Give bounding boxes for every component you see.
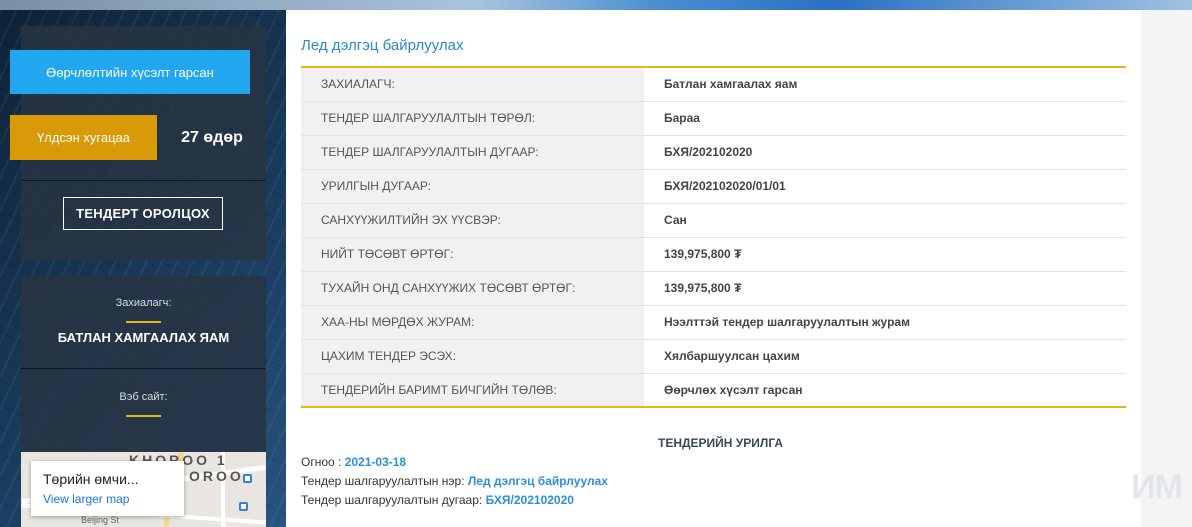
detail-value: Хялбаршуулсан цахим: [644, 338, 1126, 373]
tender-name-label: Тендер шалгаруулалтын нэр:: [301, 474, 468, 488]
detail-value: 139,975,800 ₮: [644, 236, 1126, 271]
map-place-title: Төрийн өмчи...: [43, 471, 139, 487]
detail-label: ТЕНДЕРИЙН БАРИМТ БИЧГИЙН ТӨЛӨВ:: [301, 372, 644, 407]
detail-label: НИЙТ ТӨСӨВТ ӨРТӨГ:: [301, 236, 644, 271]
detail-row: ТУХАЙН ОНД САНХҮҮЖИХ ТӨСӨВТ ӨРТӨГ: 139,97…: [301, 270, 1126, 305]
date-label: Огноо :: [301, 455, 345, 469]
detail-row: ЗАХИАЛАГЧ: Батлан хамгаалах яам: [301, 67, 1126, 101]
detail-label: ЦАХИМ ТЕНДЕР ЭСЭХ:: [301, 338, 644, 373]
tender-details-table: ЗАХИАЛАГЧ: Батлан хамгаалах яам ТЕНДЕР ШАЛ…: [301, 66, 1126, 408]
orderer-name: БАТЛАН ХАМГААЛАХ ЯАМ: [57, 330, 230, 345]
right-margin: [1141, 10, 1192, 527]
map-marker-icon: [243, 474, 252, 483]
divider: [21, 368, 266, 369]
detail-row: ТЕНДЕР ШАЛГАРУУЛАЛТЫН ДУГААР: БХЯ/2021020…: [301, 134, 1126, 169]
remaining-time-label: Үлдсэн хугацаа: [10, 115, 157, 160]
watermark-logo: ИМ: [1131, 468, 1183, 506]
detail-value: БХЯ/202102020/01/01: [644, 168, 1126, 203]
detail-value: Нээлттэй тендер шалгаруулалтын журам: [644, 304, 1126, 339]
detail-label: САНХҮҮЖИЛТИЙН ЭХ ҮҮСВЭР:: [301, 202, 644, 237]
map-marker-icon: [239, 502, 248, 511]
detail-row: САНХҮҮЖИЛТИЙН ЭХ ҮҮСВЭР: Сан: [301, 202, 1126, 237]
participate-tender-button[interactable]: ТЕНДЕРТ ОРОЛЦОХ: [63, 197, 223, 230]
header-banner-strip: [0, 0, 1192, 10]
orderer-underline: [126, 321, 161, 323]
website-label: Вэб сайт:: [119, 391, 168, 403]
map-street-label: Beijing St: [81, 515, 120, 525]
tender-number-line: Тендер шалгаруулалтын дугаар: БХЯ/202102…: [301, 493, 574, 507]
remaining-time-value: 27 өдөр: [181, 128, 243, 146]
map-street-label: OROO: [189, 468, 244, 484]
detail-value: Сан: [644, 202, 1126, 237]
detail-row: ХАА-НЫ МӨРДӨХ ЖУРАМ: Нээлттэй тендер шалг…: [301, 304, 1126, 339]
detail-label: ТУХАЙН ОНД САНХҮҮЖИХ ТӨСӨВТ ӨРТӨГ:: [301, 270, 644, 305]
detail-label: ХАА-НЫ МӨРДӨХ ЖУРАМ:: [301, 304, 644, 339]
detail-value: Өөрчлөх хүсэлт гарсан: [644, 372, 1126, 407]
tender-name-line: Тендер шалгаруулалтын нэр: Лед дэлгэц ба…: [301, 474, 608, 488]
date-value: 2021-03-18: [344, 455, 407, 469]
detail-row: НИЙТ ТӨСӨВТ ӨРТӨГ: 139,975,800 ₮: [301, 236, 1126, 271]
detail-row: УРИЛГЫН ДУГААР: БХЯ/202102020/01/01: [301, 168, 1126, 203]
tender-name-link[interactable]: Лед дэлгэц байрлуулах: [468, 474, 608, 488]
view-larger-map-link[interactable]: View larger map: [43, 492, 129, 506]
divider: [21, 180, 266, 181]
tender-number-label: Тендер шалгаруулалтын дугаар:: [301, 493, 486, 507]
detail-value: 139,975,800 ₮: [644, 270, 1126, 305]
detail-label: ТЕНДЕР ШАЛГАРУУЛАЛТЫН ТӨРӨЛ:: [301, 100, 644, 135]
detail-value: БХЯ/202102020: [644, 134, 1126, 169]
detail-row: ТЕНДЕРИЙН БАРИМТ БИЧГИЙН ТӨЛӨВ: Өөрчлөх х…: [301, 372, 1126, 407]
status-banner: Өөрчлөлтийн хүсэлт гарсан: [10, 50, 250, 94]
invitation-heading: ТЕНДЕРИЙН УРИЛГА: [658, 436, 784, 450]
orderer-label: Захиалагч:: [115, 297, 172, 309]
page-title: Лед дэлгэц байрлуулах: [301, 37, 464, 54]
detail-row: ЦАХИМ ТЕНДЕР ЭСЭХ: Хялбаршуулсан цахим: [301, 338, 1126, 373]
map-info-card: Төрийн өмчи... View larger map: [31, 461, 184, 516]
detail-row: ТЕНДЕР ШАЛГАРУУЛАЛТЫН ТӨРӨЛ: Бараа: [301, 100, 1126, 135]
website-underline: [126, 415, 161, 417]
date-line: Огноо : 2021-03-18: [301, 455, 406, 469]
detail-value: Батлан хамгаалах яам: [644, 67, 1126, 101]
detail-label: ЗАХИАЛАГЧ:: [301, 67, 644, 101]
tender-number-link[interactable]: БХЯ/202102020: [486, 493, 574, 507]
detail-label: ТЕНДЕР ШАЛГАРУУЛАЛТЫН ДУГААР:: [301, 134, 644, 169]
detail-value: Бараа: [644, 100, 1126, 135]
tender-details-content: Лед дэлгэц байрлуулах ЗАХИАЛАГЧ: Батлан х…: [286, 10, 1141, 527]
detail-label: УРИЛГЫН ДУГААР:: [301, 168, 644, 203]
